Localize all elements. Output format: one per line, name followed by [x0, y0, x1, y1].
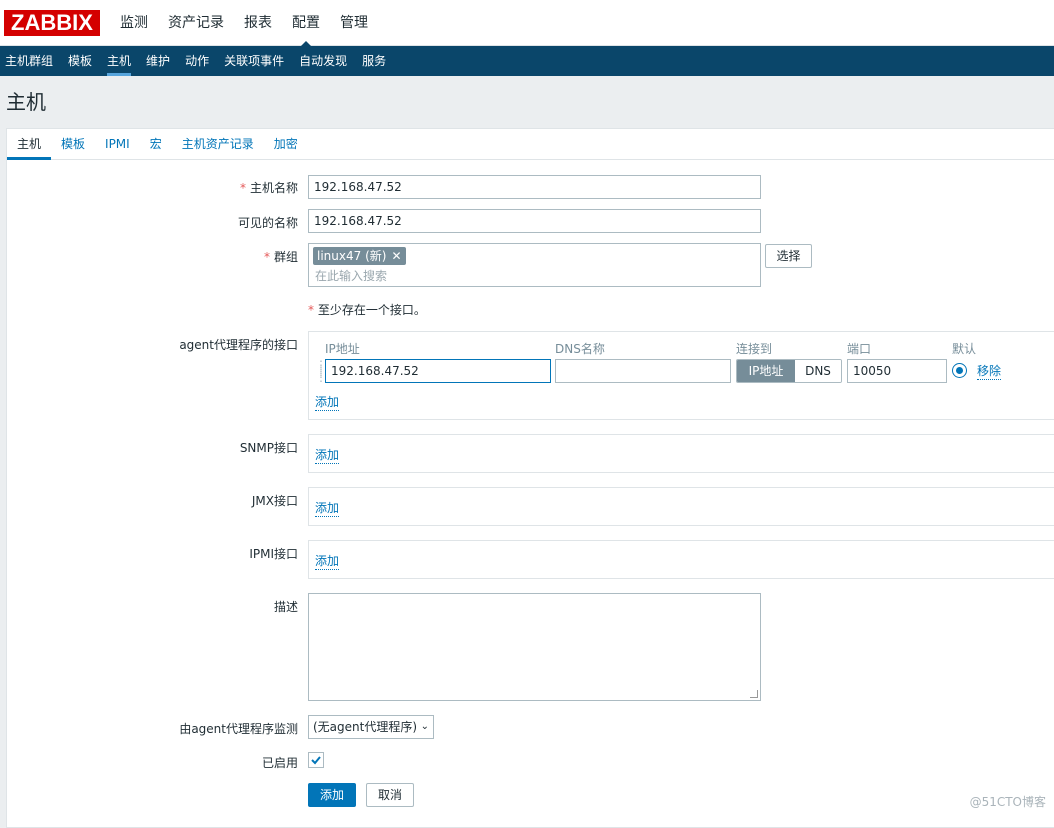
tab-host[interactable]: 主机: [7, 129, 52, 160]
groups-search-placeholder[interactable]: 在此输入搜索: [315, 267, 387, 284]
subnav-correlation[interactable]: 关联项事件: [219, 46, 293, 76]
host-name-label: * 主机名称: [239, 181, 298, 195]
agent-interfaces-box: IP地址 DNS名称 连接到 端口 默认 ⋮ ⋮ ⋮ 192.168.47.52 I…: [308, 331, 1054, 420]
menu-inventory[interactable]: 资产记录: [158, 0, 234, 46]
ipmi-label: IPMI接口: [249, 547, 298, 561]
menu-monitoring[interactable]: 监测: [110, 0, 158, 46]
host-name-input[interactable]: 192.168.47.52: [308, 175, 761, 199]
form-tabs: 主机 模板 IPMI 宏 主机资产记录 加密: [7, 129, 1054, 160]
zabbix-logo[interactable]: ZABBIX: [4, 10, 100, 36]
col-ip-header: IP地址: [325, 342, 360, 356]
tab-encryption[interactable]: 加密: [264, 129, 308, 159]
subnav-services[interactable]: 服务: [357, 46, 395, 76]
tab-templates[interactable]: 模板: [51, 129, 95, 159]
subnav-hosts[interactable]: 主机: [102, 46, 140, 76]
connect-dns-option[interactable]: DNS: [795, 360, 841, 382]
drag-handle-icon[interactable]: ⋮ ⋮ ⋮: [315, 359, 327, 383]
groups-multiselect[interactable]: linux47 (新) ✕ 在此输入搜索: [308, 243, 761, 287]
chevron-down-icon: ⌄: [420, 721, 429, 732]
enabled-label: 已启用: [261, 756, 298, 770]
tab-inventory[interactable]: 主机资产记录: [172, 129, 264, 159]
visible-name-label: 可见的名称: [237, 216, 298, 230]
proxy-label: 由agent代理程序监测: [179, 722, 298, 736]
watermark: @51CTO博客: [969, 795, 1046, 809]
groups-label: * 群组: [263, 250, 298, 264]
remove-tag-icon[interactable]: ✕: [391, 249, 401, 263]
subnav-maintenance[interactable]: 维护: [141, 46, 179, 76]
add-button[interactable]: 添加: [308, 783, 356, 807]
proxy-select[interactable]: (无agent代理程序) ⌄: [308, 715, 434, 739]
resize-handle-icon[interactable]: [750, 690, 758, 698]
description-textarea[interactable]: [308, 593, 761, 701]
description-label: 描述: [273, 600, 298, 614]
default-interface-radio[interactable]: [952, 363, 967, 378]
connect-ip-option[interactable]: IP地址: [737, 360, 795, 382]
remove-interface-link[interactable]: 移除: [977, 362, 1002, 380]
enabled-checkbox[interactable]: [308, 752, 324, 768]
visible-name-input[interactable]: 192.168.47.52: [308, 209, 761, 233]
menu-reports[interactable]: 报表: [234, 0, 282, 46]
add-jmx-link[interactable]: 添加: [315, 499, 340, 517]
cancel-button[interactable]: 取消: [366, 783, 414, 807]
tab-ipmi[interactable]: IPMI: [95, 129, 140, 159]
select-groups-button[interactable]: 选择: [765, 244, 812, 268]
col-dns-header: DNS名称: [555, 342, 605, 356]
tab-macros[interactable]: 宏: [140, 129, 172, 159]
menu-administration[interactable]: 管理: [330, 0, 378, 46]
main-menu: 监测 资产记录 报表 配置 管理: [110, 0, 378, 47]
snmp-label: SNMP接口: [239, 441, 298, 455]
snmp-box: 添加: [308, 434, 1054, 473]
agent-dns-input[interactable]: [555, 359, 731, 383]
subnav-host-groups[interactable]: 主机群组: [0, 46, 62, 76]
ipmi-box: 添加: [308, 540, 1054, 579]
page-title: 主机: [6, 90, 46, 114]
subnav-discovery[interactable]: 自动发现: [294, 46, 356, 76]
jmx-box: 添加: [308, 487, 1054, 526]
add-agent-interface-link[interactable]: 添加: [315, 393, 340, 411]
agent-interfaces-label: agent代理程序的接口: [179, 338, 298, 352]
form-panel: 主机 模板 IPMI 宏 主机资产记录 加密: [6, 128, 1054, 828]
checkmark-icon: [311, 756, 321, 765]
top-navigation: ZABBIX 监测 资产记录 报表 配置 管理: [0, 0, 1054, 47]
interface-note: * 至少存在一个接口。: [308, 303, 426, 317]
add-snmp-link[interactable]: 添加: [315, 446, 340, 464]
add-ipmi-link[interactable]: 添加: [315, 552, 340, 570]
jmx-label: JMX接口: [251, 494, 298, 508]
menu-configuration[interactable]: 配置: [282, 0, 330, 47]
col-port-header: 端口: [847, 342, 872, 356]
col-default-header: 默认: [952, 342, 977, 356]
sub-navigation: 主机群组 模板 主机 维护 动作 关联项事件 自动发现 服务: [0, 46, 1054, 76]
subnav-templates[interactable]: 模板: [63, 46, 101, 76]
group-tag: linux47 (新) ✕: [313, 247, 406, 265]
col-connect-header: 连接到: [736, 342, 773, 356]
subnav-actions[interactable]: 动作: [180, 46, 218, 76]
agent-port-input[interactable]: 10050: [847, 359, 947, 383]
agent-ip-input[interactable]: 192.168.47.52: [325, 359, 551, 383]
connect-to-toggle: IP地址 DNS: [736, 359, 842, 383]
